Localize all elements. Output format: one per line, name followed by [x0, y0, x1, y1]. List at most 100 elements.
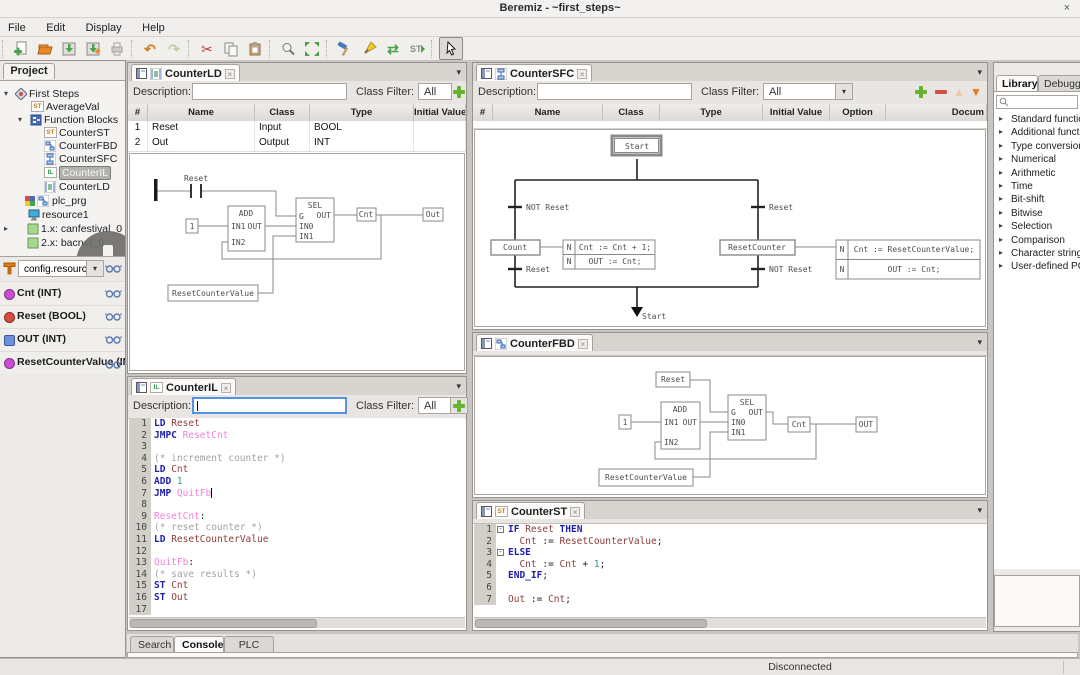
tree-item-averageval[interactable]: ST AverageVal [0, 101, 125, 114]
library-item[interactable]: ▸ Time [994, 181, 1080, 194]
tab-debugger[interactable]: Debugger [1038, 75, 1080, 91]
instance-selector-combo[interactable]: config.resource ▾ [18, 260, 104, 277]
code-line[interactable]: 7 Out := Cnt; [474, 593, 986, 606]
code-line[interactable]: 6 ADD 1 [129, 475, 465, 488]
new-file-button[interactable] [10, 38, 32, 59]
debug-glasses-icon[interactable] [105, 263, 122, 273]
code-line[interactable]: 7 JMP QuitFb [129, 487, 465, 500]
tree-item-counterfbd[interactable]: CounterFBD [0, 140, 125, 153]
code-line[interactable]: 16 ST Out [129, 591, 465, 604]
tree-item-plc-prg[interactable]: plc_prg [0, 195, 125, 208]
debug-variable-row[interactable]: OUT (INT) [0, 328, 125, 352]
code-line[interactable]: 1- IF Reset THEN [474, 524, 986, 536]
code-line[interactable]: 10 (* reset counter *) [129, 522, 465, 534]
code-line[interactable]: 11 LD ResetCounterValue [129, 533, 465, 546]
tree-item-resource1[interactable]: resource1 [0, 209, 125, 222]
counterfbd-tab[interactable]: CounterFBD × [476, 334, 593, 352]
code-line[interactable]: 2 JMPC ResetCnt [129, 429, 465, 442]
save-as-button[interactable] [82, 38, 104, 59]
variable-row[interactable]: 1 Reset Input BOOL [128, 121, 466, 137]
menu-display[interactable]: Display [78, 20, 130, 34]
tab-search[interactable]: Search [130, 636, 174, 652]
tab-menu-icon[interactable]: ▾ [456, 67, 461, 78]
expand-icon[interactable]: ▸ [999, 114, 1003, 123]
variable-row[interactable]: 2 Out Output INT [128, 136, 466, 152]
tab-menu-icon[interactable]: ▾ [977, 505, 982, 516]
library-item[interactable]: ▸ Additional function [994, 127, 1080, 140]
counterst-tab[interactable]: ST CounterST × [476, 502, 586, 520]
debug-glasses-icon[interactable] [105, 359, 122, 369]
cut-button[interactable]: ✂ [196, 38, 218, 59]
close-tab-icon[interactable]: × [220, 382, 231, 393]
library-item[interactable]: ▸ Arithmetic [994, 168, 1080, 181]
collapse-icon[interactable]: ▾ [18, 115, 22, 124]
expand-icon[interactable]: ▸ [999, 208, 1003, 217]
debug-variable-row[interactable]: Reset (BOOL) [0, 305, 125, 329]
code-line[interactable]: 5 END_IF; [474, 570, 986, 582]
library-search-input[interactable] [996, 95, 1078, 109]
close-tab-icon[interactable]: × [577, 338, 588, 349]
add-variable-button[interactable] [452, 399, 466, 413]
library-item[interactable]: ▸ Bit-shift [994, 194, 1080, 207]
st-code-editor[interactable]: 1- IF Reset THEN 2 Cnt := ResetCounterValu… [474, 524, 986, 617]
print-button[interactable] [106, 38, 128, 59]
class-filter-combo[interactable]: All [418, 83, 452, 100]
window-close-icon[interactable]: × [1064, 2, 1070, 14]
expand-icon[interactable]: ▸ [999, 235, 1003, 244]
code-line[interactable]: 3 [129, 441, 465, 453]
redo-button[interactable]: ↷ [163, 38, 185, 59]
select-cursor-button[interactable] [439, 37, 463, 60]
tab-console[interactable]: Console [174, 636, 224, 652]
code-line[interactable]: 15 ST Cnt [129, 580, 465, 592]
expand-icon[interactable]: ▸ [4, 224, 8, 233]
close-tab-icon[interactable]: × [224, 68, 235, 79]
code-line[interactable]: 2 Cnt := ResetCounterValue; [474, 535, 986, 548]
tab-menu-icon[interactable]: ▾ [456, 381, 461, 392]
expand-icon[interactable]: ▸ [999, 154, 1003, 163]
library-item[interactable]: ▸ Character string [994, 248, 1080, 261]
code-line[interactable]: 4 (* increment counter *) [129, 452, 465, 465]
library-item[interactable]: ▸ Type conversion [994, 141, 1080, 154]
tree-item-first-steps[interactable]: ▾ First Steps [0, 88, 125, 101]
undo-button[interactable]: ↶ [139, 38, 161, 59]
project-panel-tab[interactable]: Project [3, 63, 55, 79]
counterld-tab[interactable]: CounterLD × [131, 64, 240, 82]
expand-icon[interactable]: ▸ [999, 168, 1003, 177]
fold-toggle-icon[interactable]: - [497, 526, 504, 533]
code-line[interactable]: 9 ResetCnt: [129, 510, 465, 523]
menu-help[interactable]: Help [134, 20, 173, 34]
menu-file[interactable]: File [0, 20, 34, 34]
expand-icon[interactable]: ▸ [999, 141, 1003, 150]
transfer-button[interactable]: ⇄ [382, 38, 404, 59]
debug-glasses-icon[interactable] [105, 334, 122, 344]
sfc-diagram-canvas[interactable]: Start NOT Reset Reset Reset NOT Reset Co… [474, 129, 986, 327]
code-line[interactable]: 3- ELSE [474, 547, 986, 559]
build-button[interactable] [334, 38, 356, 59]
close-tab-icon[interactable]: × [577, 68, 588, 79]
code-line[interactable]: 12 [129, 545, 465, 558]
tree-item-counterst[interactable]: ST CounterST [0, 127, 125, 140]
debug-glasses-icon[interactable] [105, 288, 122, 298]
clean-button[interactable] [358, 38, 380, 59]
description-input[interactable] [537, 83, 692, 100]
tab-menu-icon[interactable]: ▾ [977, 67, 982, 78]
ld-diagram-canvas[interactable]: Reset 1 ADD IN1 IN2 OUT SEL G IN0 IN1 OU… [129, 153, 465, 371]
move-down-button[interactable]: ▼ [969, 85, 983, 99]
tree-item-countersfc[interactable]: CounterSFC [0, 153, 125, 166]
tree-item-function-blocks[interactable]: ▾ Function Blocks [0, 114, 125, 127]
library-item[interactable]: ▸ Selection [994, 221, 1080, 234]
description-input[interactable] [192, 83, 347, 100]
tree-item-counterld[interactable]: CounterLD [0, 181, 125, 194]
il-code-editor[interactable]: 1 LD Reset 2 JMPC ResetCnt 3 4 (* increment co… [129, 418, 465, 617]
expand-icon[interactable]: ▸ [999, 221, 1003, 230]
code-line[interactable]: 17 [129, 603, 465, 616]
tab-library[interactable]: Library [996, 75, 1038, 91]
debug-glasses-icon[interactable] [105, 311, 122, 321]
tab-menu-icon[interactable]: ▾ [977, 337, 982, 348]
code-line[interactable]: 14 (* save results *) [129, 568, 465, 581]
debug-variable-row[interactable]: Cnt (INT) [0, 282, 125, 306]
class-filter-combo[interactable]: All ▾ [763, 83, 853, 100]
library-item[interactable]: ▸ Standard function [994, 114, 1080, 127]
fbd-diagram-canvas[interactable]: Reset 1 ADD IN1 IN2 OUT SEL G IN0 IN1 OU… [474, 356, 986, 495]
counteril-tab[interactable]: IL CounterIL × [131, 378, 236, 396]
